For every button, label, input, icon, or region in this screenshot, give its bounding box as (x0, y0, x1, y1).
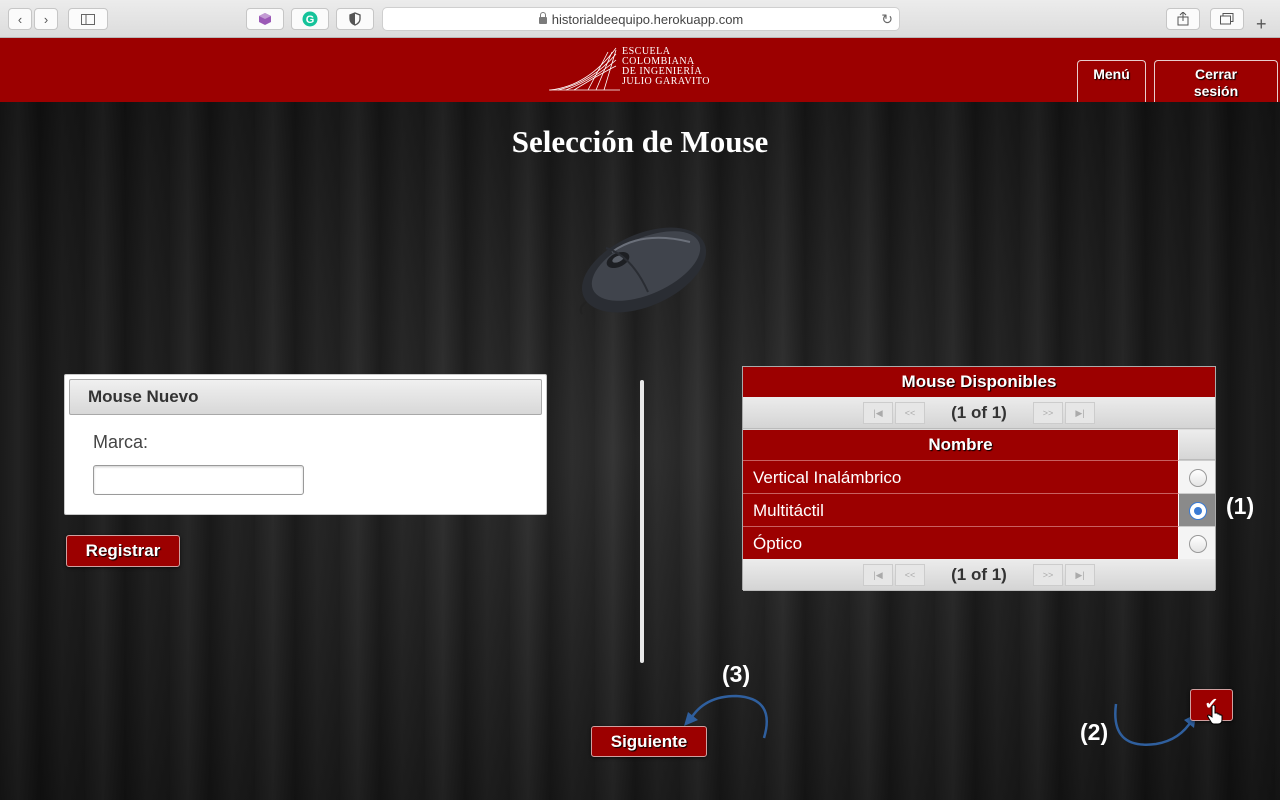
available-mice-table: Mouse Disponibles |◀ << (1 of 1) >> ▶| N… (742, 366, 1216, 591)
logo-mark-icon (549, 47, 620, 91)
site-header: Escuela Colombiana de Ingeniería Julio G… (0, 38, 1280, 102)
last-page-icon[interactable]: ▶| (1065, 564, 1095, 586)
annotation-1: (1) (1226, 493, 1255, 519)
bottom-paginator: |◀ << (1 of 1) >> ▶| (743, 559, 1215, 591)
row-name[interactable]: Multitáctil (743, 493, 1179, 526)
browser-toolbar: ‹ › G historialdeequipo.herokuapp.com ↻ … (0, 0, 1280, 38)
next-button[interactable]: Siguiente (591, 726, 707, 757)
vertical-divider (640, 380, 644, 663)
row-name[interactable]: Vertical Inalámbrico (743, 460, 1179, 493)
table-row[interactable]: Óptico (743, 526, 1215, 559)
reload-icon[interactable]: ↻ (881, 11, 893, 28)
table-row[interactable]: Multitáctil (743, 493, 1215, 526)
last-page-icon[interactable]: ▶| (1065, 402, 1095, 424)
next-page-icon[interactable]: >> (1033, 402, 1063, 424)
new-tab-icon[interactable]: + (1256, 14, 1267, 35)
table-title: Mouse Disponibles (743, 367, 1215, 397)
brand-input[interactable] (93, 465, 304, 495)
next-page-icon[interactable]: >> (1033, 564, 1063, 586)
url-text: historialdeequipo.herokuapp.com (551, 11, 744, 27)
page-indicator: (1 of 1) (951, 403, 1007, 422)
svg-text:G: G (306, 14, 315, 26)
brand-label: Marca: (93, 432, 149, 452)
table-row[interactable]: Vertical Inalámbrico (743, 460, 1215, 493)
logout-button[interactable]: Cerrar sesión (1154, 60, 1278, 102)
row-radio[interactable] (1189, 502, 1207, 520)
menu-button[interactable]: Menú (1077, 60, 1146, 102)
logo-text: Escuela Colombiana de Ingeniería Julio G… (622, 47, 710, 87)
page-title: Selección de Mouse (511, 124, 769, 159)
annotation-2: (2) (1080, 719, 1109, 745)
annotation-3: (3) (722, 661, 751, 687)
shield-icon[interactable] (336, 8, 374, 30)
grammarly-icon[interactable]: G (291, 8, 329, 30)
top-paginator: |◀ << (1 of 1) >> ▶| (743, 397, 1215, 429)
lock-icon (538, 11, 547, 24)
forward-icon[interactable]: › (34, 8, 58, 30)
new-mouse-panel-title[interactable]: Mouse Nuevo (69, 379, 542, 415)
row-name[interactable]: Óptico (743, 526, 1179, 559)
column-header-select (1179, 430, 1215, 460)
page-indicator: (1 of 1) (951, 565, 1007, 584)
row-radio[interactable] (1189, 535, 1207, 553)
back-icon[interactable]: ‹ (8, 8, 32, 30)
logo-line-4: Julio Garavito (622, 76, 711, 87)
sidebar-icon[interactable] (68, 8, 108, 30)
row-radio[interactable] (1189, 469, 1207, 487)
tabs-icon[interactable] (1210, 8, 1244, 30)
register-button[interactable]: Registrar (66, 535, 180, 567)
school-logo[interactable]: Escuela Colombiana de Ingeniería Julio G… (548, 46, 728, 94)
share-icon[interactable] (1166, 8, 1200, 30)
mouse-image (579, 227, 707, 315)
hand-cursor-icon (1207, 705, 1223, 725)
column-header-nombre[interactable]: Nombre (743, 430, 1179, 460)
address-bar[interactable]: historialdeequipo.herokuapp.com ↻ (382, 7, 900, 31)
extension-cube-icon[interactable] (246, 8, 284, 30)
new-mouse-panel: Mouse Nuevo Marca: (64, 374, 547, 515)
page-content: Selección de Mouse Mouse Nuevo Marca: Re… (0, 102, 1280, 800)
curved-arrow-2-icon (1114, 703, 1196, 746)
